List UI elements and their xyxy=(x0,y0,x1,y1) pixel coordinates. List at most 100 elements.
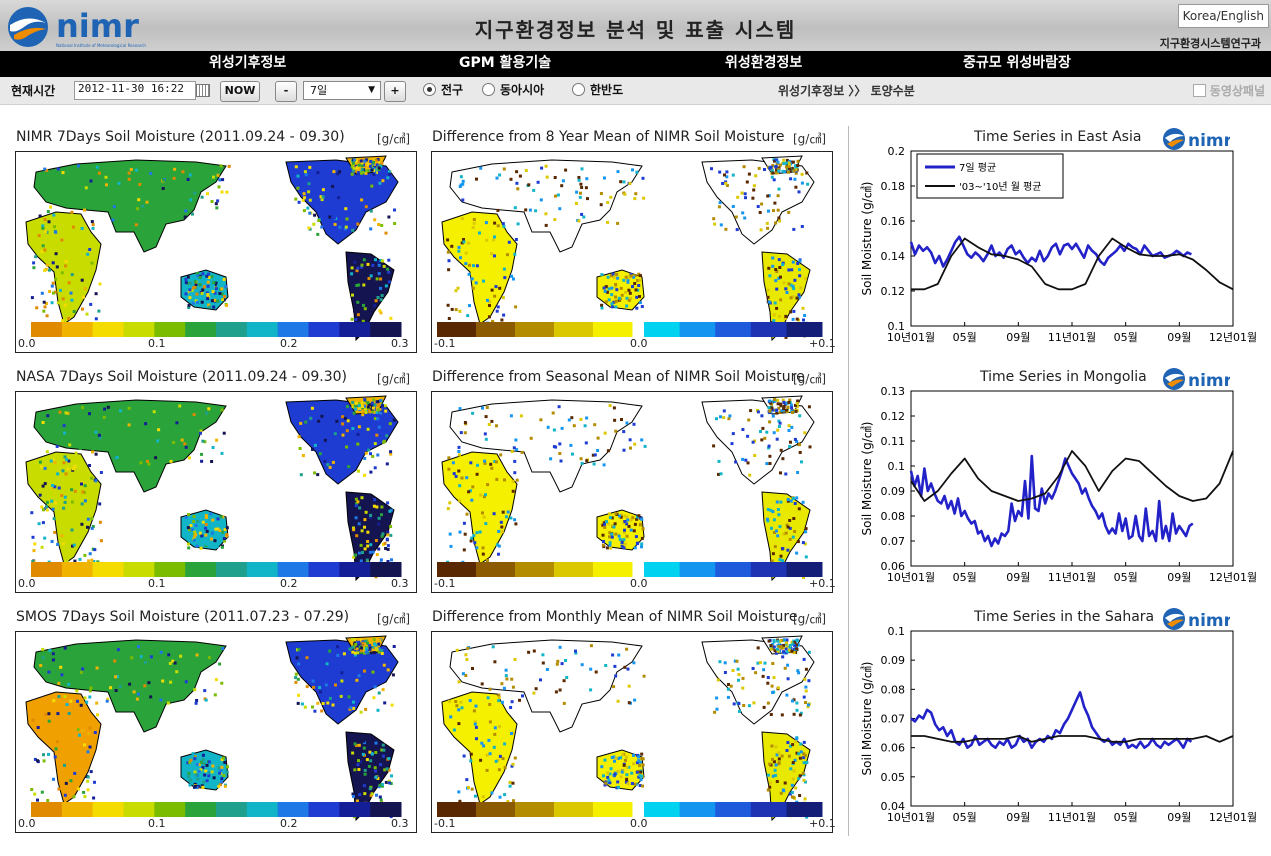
soil-moisture-map[interactable] xyxy=(15,151,417,353)
region-radio-east-asia[interactable]: 동아시아 xyxy=(482,82,544,98)
region-radio-korea[interactable]: 한반도 xyxy=(572,82,623,98)
y-tick-label: 0.2 xyxy=(888,146,906,158)
colorbar-tick-label: +0.1 xyxy=(809,337,836,350)
animation-panel-checkbox[interactable]: 동영상패널 xyxy=(1192,82,1265,99)
chart-title: Time Series in Mongolia xyxy=(980,369,1147,385)
y-axis-label: Soil Moisture (g/㎤) xyxy=(860,662,874,776)
map-unit: [g/㎤] xyxy=(793,132,827,146)
soil-moisture-map[interactable] xyxy=(15,631,417,833)
y-tick-label: 0.1 xyxy=(888,626,906,638)
y-tick-label: 0.07 xyxy=(881,535,906,548)
colorbar-tick-label: 0.1 xyxy=(148,337,166,350)
map-title: Difference from Seasonal Mean of NIMR So… xyxy=(432,369,805,385)
y-tick-label: 0.07 xyxy=(881,713,906,726)
plus-button[interactable]: + xyxy=(384,81,406,102)
now-button[interactable]: NOW xyxy=(220,81,260,102)
current-time-label: 현재시간 xyxy=(11,84,56,98)
map-title: Difference from 8 Year Mean of NIMR Soil… xyxy=(432,129,785,145)
x-tick-label: 10년01월 xyxy=(887,331,935,344)
y-tick-label: 0.11 xyxy=(881,435,906,448)
y-tick-label: 0.12 xyxy=(881,410,906,423)
colorbar-tick-label: 0.3 xyxy=(391,337,409,350)
x-tick-label: 05월 xyxy=(1114,571,1138,584)
map-unit: [g/㎤] xyxy=(377,132,411,146)
svg-text:National Institute of Meteorol: National Institute of Meteorological Res… xyxy=(56,43,146,48)
plot-area xyxy=(910,390,1234,567)
y-tick-label: 0.09 xyxy=(881,654,906,667)
radio-icon xyxy=(572,83,585,96)
chart-title: Time Series in East Asia xyxy=(974,129,1142,145)
colorbar-tick-label: 0.0 xyxy=(630,337,648,350)
x-tick-label: 05월 xyxy=(953,571,977,584)
map-title: NIMR 7Days Soil Moisture (2011.09.24 - 0… xyxy=(16,129,345,145)
language-toggle-button[interactable]: Korea/English xyxy=(1177,4,1269,28)
x-tick-label: 09월 xyxy=(1006,331,1030,344)
region-radio-global[interactable]: 전구 xyxy=(423,82,463,98)
x-tick-label: 11년01월 xyxy=(1048,331,1096,344)
nav-item-satellite-climate[interactable]: 위성기후정보 xyxy=(209,51,286,77)
radio-selected-icon xyxy=(423,83,436,96)
soil-moisture-map[interactable] xyxy=(15,391,417,593)
y-axis-label: Soil Moisture (g/㎤) xyxy=(860,182,874,296)
period-select[interactable]: 7일 ▼ xyxy=(303,81,381,100)
soil-moisture-map[interactable] xyxy=(431,631,833,833)
x-tick-label: 12년01월 xyxy=(1209,811,1257,824)
toolbar: 현재시간 2012-11-30 16:22 NOW - 7일 ▼ + 전구 동아… xyxy=(0,77,1271,105)
y-tick-label: 0.14 xyxy=(881,250,906,263)
colorbar-tick-label: 0.3 xyxy=(391,817,409,830)
minus-button[interactable]: - xyxy=(275,81,297,102)
colorbar-tick-label: -0.1 xyxy=(434,337,456,350)
x-tick-label: 09월 xyxy=(1006,571,1030,584)
colorbar-tick-label: +0.1 xyxy=(809,577,836,590)
x-tick-label: 11년01월 xyxy=(1048,811,1096,824)
x-tick-label: 11년01월 xyxy=(1048,571,1096,584)
x-tick-label: 09월 xyxy=(1006,811,1030,824)
y-tick-label: 0.09 xyxy=(881,485,906,498)
colorbar-tick-label: 0.2 xyxy=(280,577,298,590)
colorbar-tick-label: 0.1 xyxy=(148,577,166,590)
y-tick-label: 0.12 xyxy=(881,285,906,298)
time-input[interactable]: 2012-11-30 16:22 xyxy=(74,81,196,100)
page-title: 지구환경정보 분석 및 표출 시스템 xyxy=(474,18,797,42)
y-tick-label: 0.18 xyxy=(881,180,906,193)
calendar-icon[interactable] xyxy=(196,84,210,97)
nav-item-satellite-environment[interactable]: 위성환경정보 xyxy=(725,51,802,77)
map-title: NASA 7Days Soil Moisture (2011.09.24 - 0… xyxy=(16,369,348,385)
colorbar-tick-label: 0.1 xyxy=(148,817,166,830)
x-tick-label: 05월 xyxy=(1114,331,1138,344)
colorbar-tick-label: +0.1 xyxy=(809,817,836,830)
colorbar-tick-label: -0.1 xyxy=(434,577,456,590)
y-tick-label: 0.1 xyxy=(888,460,906,473)
divider xyxy=(848,126,849,836)
map-title: SMOS 7Days Soil Moisture (2011.07.23 - 0… xyxy=(16,609,350,625)
x-tick-label: 09월 xyxy=(1167,571,1191,584)
chart-title: Time Series in the Sahara xyxy=(974,609,1155,625)
checkbox-icon xyxy=(1192,84,1206,97)
map-unit: [g/㎤] xyxy=(377,612,411,626)
time-series-chart: 0.20.180.160.140.120.1Soil Moisture (g/㎤… xyxy=(860,146,1257,344)
nav-item-mesoscale-wind[interactable]: 중규모 위성바람장 xyxy=(963,51,1071,77)
main-nav: 위성기후정보 GPM 활용기술 위성환경정보 중규모 위성바람장 xyxy=(0,51,1271,77)
period-select-value: 7일 xyxy=(310,84,328,97)
soil-moisture-map[interactable] xyxy=(431,151,833,353)
map-unit: [g/㎤] xyxy=(793,372,827,386)
soil-moisture-map[interactable] xyxy=(431,391,833,593)
x-tick-label: 05월 xyxy=(953,331,977,344)
y-tick-label: 0.13 xyxy=(881,386,906,398)
x-tick-label: 12년01월 xyxy=(1209,331,1257,344)
x-tick-label: 09월 xyxy=(1167,811,1191,824)
map-unit: [g/㎤] xyxy=(793,612,827,626)
nav-item-gpm[interactable]: GPM 활용기술 xyxy=(459,51,551,77)
region-label: 전구 xyxy=(441,83,464,97)
header: nimr National Institute of Meteorologica… xyxy=(0,0,1271,51)
colorbar-tick-label: 0.0 xyxy=(18,577,36,590)
x-tick-label: 05월 xyxy=(953,811,977,824)
legend-label: 7일 평균 xyxy=(959,162,996,174)
time-series-chart: 0.130.120.110.10.090.080.070.06Soil Mois… xyxy=(860,386,1257,584)
region-label: 동아시아 xyxy=(500,83,545,97)
y-tick-label: 0.06 xyxy=(881,742,906,755)
y-axis-label: Soil Moisture (g/㎤) xyxy=(860,422,874,536)
colorbar-tick-label: 0.0 xyxy=(630,577,648,590)
region-label: 한반도 xyxy=(590,83,624,97)
x-tick-label: 09월 xyxy=(1167,331,1191,344)
